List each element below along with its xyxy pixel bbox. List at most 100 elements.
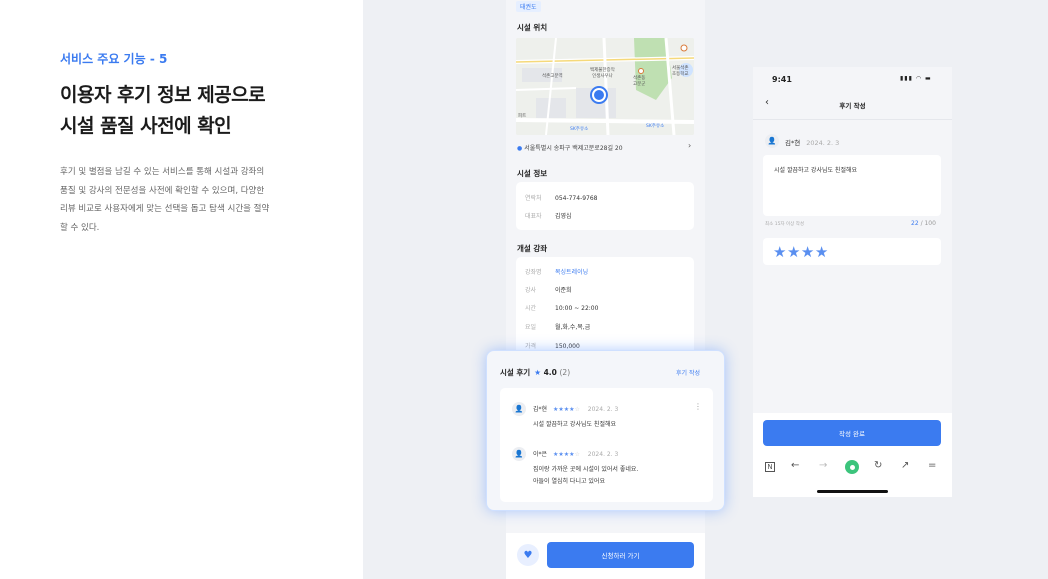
feature-headline: 이용자 후기 정보 제공으로 시설 품질 사전에 확인 (60, 80, 266, 142)
category-tag: 태권도 (516, 1, 541, 12)
info-card: 연락처 054-774-9768 대표자 김영심 (516, 182, 694, 230)
location-title: 시설 위치 (517, 23, 548, 32)
review-stars-empty: ☆ (574, 406, 580, 413)
info-row: 대표자 김영심 (525, 211, 572, 220)
review-header: 시설 후기 ★ 4.0 (2) (500, 367, 570, 378)
course-value: 150,000 (555, 343, 580, 350)
review-stars-empty: ☆ (574, 451, 580, 458)
share-icon[interactable]: ↗ (901, 460, 909, 471)
status-time: 9:41 (772, 75, 792, 84)
review-date: 2024. 2. 3 (587, 406, 619, 413)
nav-back-icon[interactable]: ← (791, 460, 799, 471)
chevron-right-icon[interactable]: › (688, 141, 691, 150)
review-stars: ★★★★ (552, 451, 575, 458)
review-text: 아들이 열심히 다니고 있어요 (533, 478, 605, 485)
user-avatar-icon: 👤 (765, 134, 779, 148)
apply-bar: ♥ 신청하러 가기 (506, 533, 705, 579)
char-count-max: / 100 (920, 220, 936, 227)
headline-line-2: 시설 품질 사전에 확인 (60, 115, 232, 137)
desc-line: 후기 및 별점을 남길 수 있는 서비스를 통해 시설과 강좌의 (60, 167, 265, 177)
course-row: 시간 10:00 ~ 22:00 (525, 303, 598, 312)
facility-map[interactable]: 석촌고분역 백제불한증막 인생사우나 석촌동 고분군 서울석촌 초등학교 피트 … (516, 38, 694, 135)
author-meta: 김*현 2024. 2. 3 (785, 137, 839, 147)
review-list: 👤 김*현 ★★★★☆ 2024. 2. 3 ⋮ 시설 깔끔하고 강사님도 친절… (500, 388, 713, 502)
course-value: 이준희 (555, 287, 572, 294)
map-label-gas2: SK주유소 (646, 124, 665, 129)
map-label-gas1: SK주유소 (570, 127, 589, 132)
info-title: 시설 정보 (517, 169, 548, 178)
reload-icon[interactable]: ↻ (874, 460, 882, 471)
review-meta: 김*현 ★★★★☆ 2024. 2. 3 (533, 404, 618, 413)
course-key: 강좌명 (525, 269, 542, 276)
header-divider (753, 119, 952, 120)
review-text: 집이랑 가까운 곳에 시설이 있어서 좋네요. (533, 466, 639, 473)
info-value: 김영심 (555, 213, 572, 220)
rating-input[interactable]: ★★★★ (763, 238, 941, 265)
location-pin-icon: ● (517, 145, 523, 152)
submit-review-button[interactable]: 작성 완료 (763, 420, 941, 446)
desc-line: 품질 및 강사의 전문성을 사전에 확인할 수 있으며, 다양한 (60, 185, 265, 196)
star-rating-icons[interactable]: ★★★★ (773, 243, 829, 261)
review-rating: 4.0 (543, 368, 557, 377)
feature-eyebrow: 서비스 주요 기능 - 5 (60, 52, 168, 66)
map-pin-icon (592, 88, 606, 102)
min-length-hint: 최소 15자 이상 작성 (765, 222, 804, 227)
write-review-link[interactable]: 후기 작성 (676, 368, 700, 377)
map-label-school: 서울석촌 초등학교 (672, 66, 689, 77)
course-key: 강사 (525, 287, 537, 294)
desc-line: 할 수 있다. (60, 222, 100, 233)
review-title: 시설 후기 (500, 368, 531, 377)
course-key: 시간 (525, 305, 537, 312)
map-label-park: 석촌동 고분군 (633, 76, 646, 87)
apply-button[interactable]: 신청하러 가기 (547, 542, 694, 568)
address-row[interactable]: ● 서울특별시 송파구 백제고분로28길 20 (517, 143, 623, 152)
info-key: 대표자 (525, 213, 542, 220)
status-icons: ▮▮▮ ◠ ▬ (900, 75, 932, 82)
course-title: 개설 강좌 (517, 244, 548, 253)
naver-home-icon[interactable]: N (765, 462, 775, 472)
home-indicator (817, 490, 888, 493)
nav-forward-icon[interactable]: → (819, 460, 827, 471)
author-name: 김*현 (785, 139, 801, 147)
facility-review-popup: 시설 후기 ★ 4.0 (2) 후기 작성 👤 김*현 ★★★★☆ 2024. 2… (486, 350, 725, 511)
menu-icon[interactable]: = (928, 460, 936, 471)
more-options-icon[interactable]: ⋮ (694, 402, 702, 411)
write-bottom-bar: 작성 완료 N ← → ↻ ↗ = (753, 413, 952, 497)
course-row: 가격 150,000 (525, 341, 580, 350)
course-value: 복싱트레이닝 (555, 269, 589, 276)
map-label-left: 피트 (518, 114, 527, 119)
heart-icon[interactable]: ♥ (517, 544, 539, 566)
course-row: 강좌명 복싱트레이닝 (525, 267, 588, 276)
review-text: 시설 깔끔하고 강사님도 친절해요 (533, 421, 617, 428)
info-key: 연락처 (525, 195, 542, 202)
user-avatar-icon: 👤 (512, 402, 526, 416)
char-count-current: 22 (911, 220, 919, 227)
green-dot-icon[interactable] (845, 460, 859, 474)
map-label-station: 석촌고분역 (542, 74, 563, 79)
course-row: 요일 월,화,수,목,금 (525, 322, 590, 331)
star-icon: ★ (534, 368, 541, 377)
course-key: 가격 (525, 343, 537, 350)
map-label-sauna: 백제불한증막 인생사우나 (590, 68, 615, 79)
write-review-screen: 9:41 ▮▮▮ ◠ ▬ ‹ 후기 작성 👤 김*현 2024. 2. 3 시설 … (753, 67, 952, 497)
screen-title: 후기 작성 (839, 102, 866, 110)
feature-description: 후기 및 별점을 남길 수 있는 서비스를 통해 시설과 강좌의 품질 및 강사… (60, 163, 310, 237)
map-graphic (516, 38, 694, 135)
course-key: 요일 (525, 324, 537, 331)
review-count: (2) (559, 368, 571, 377)
user-avatar-icon: 👤 (512, 447, 526, 461)
course-value: 10:00 ~ 22:00 (555, 305, 599, 312)
intro-panel: 서비스 주요 기능 - 5 이용자 후기 정보 제공으로 시설 품질 사전에 확… (0, 0, 363, 579)
review-meta: 이*은 ★★★★☆ 2024. 2. 3 (533, 449, 618, 458)
review-textarea[interactable]: 시설 깔끔하고 강사님도 친절해요 (763, 155, 941, 216)
desc-line: 리뷰 비교로 사용자에게 맞는 선택을 돕고 탐색 시간을 절약 (60, 204, 270, 214)
address-text: 서울특별시 송파구 백제고분로28길 20 (524, 145, 623, 152)
headline-line-1: 이용자 후기 정보 제공으로 (60, 84, 266, 106)
review-author: 김*현 (533, 406, 548, 413)
review-author: 이*은 (533, 451, 548, 458)
review-stars: ★★★★ (552, 406, 575, 413)
char-counter: 22 / 100 (911, 220, 936, 227)
info-value: 054-774-9768 (555, 195, 598, 202)
info-row: 연락처 054-774-9768 (525, 193, 598, 202)
course-row: 강사 이준희 (525, 285, 572, 294)
